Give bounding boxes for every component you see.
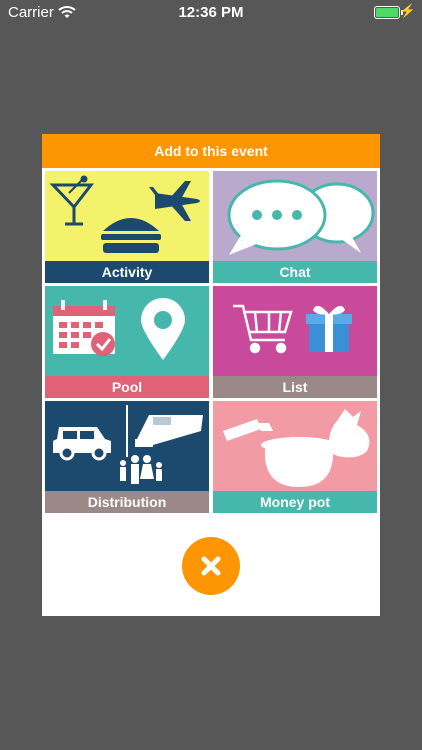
calendar-icon <box>53 300 115 356</box>
chat-art <box>213 171 377 261</box>
chat-tile[interactable]: Chat <box>213 171 377 283</box>
shopping-cart-icon <box>233 304 293 354</box>
dialog-title: Add to this event <box>42 134 380 168</box>
list-tile[interactable]: List <box>213 286 377 398</box>
status-bar: Carrier 12:36 PM ⚡ <box>0 0 422 26</box>
pot-icon <box>261 437 337 487</box>
close-button[interactable] <box>182 537 240 595</box>
family-icon <box>120 455 162 484</box>
location-pin-icon <box>141 298 185 360</box>
distribution-label: Distribution <box>45 491 209 513</box>
money-pot-tile[interactable]: Money pot <box>213 401 377 513</box>
burger-icon <box>101 218 161 253</box>
money-pot-art <box>213 401 377 491</box>
chat-label: Chat <box>213 261 377 283</box>
pool-art <box>45 286 209 376</box>
money-bag-icon <box>328 409 370 458</box>
pool-label: Pool <box>45 376 209 398</box>
list-label: List <box>213 376 377 398</box>
speech-bubbles-icon <box>227 179 375 255</box>
cocktail-icon <box>49 175 95 226</box>
list-art <box>213 286 377 376</box>
banknote-icon <box>223 419 273 441</box>
pool-tile[interactable]: Pool <box>45 286 209 398</box>
gift-icon <box>306 305 352 352</box>
bed-icon <box>135 415 203 447</box>
airplane-icon <box>149 181 200 221</box>
activity-label: Activity <box>45 261 209 283</box>
add-to-event-dialog: Add to this event Activity Chat Pool Lis… <box>42 134 380 616</box>
charging-icon: ⚡ <box>399 3 416 18</box>
activity-tile[interactable]: Activity <box>45 171 209 283</box>
money-pot-label: Money pot <box>213 491 377 513</box>
close-icon <box>201 556 221 576</box>
car-icon <box>53 427 111 461</box>
battery-icon <box>374 6 403 19</box>
activity-art <box>45 171 209 261</box>
clock: 12:36 PM <box>178 4 244 21</box>
distribution-art <box>45 401 209 491</box>
distribution-tile[interactable]: Distribution <box>45 401 209 513</box>
